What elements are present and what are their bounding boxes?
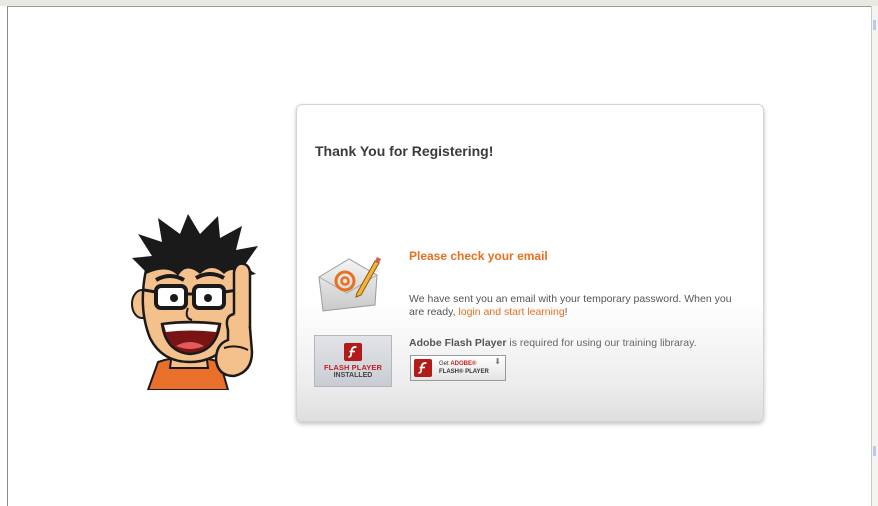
adobe-label: ADOBE®: [450, 361, 477, 367]
flash-requirement-text: is required for using our training libra…: [506, 337, 697, 349]
window-scrollbar[interactable]: [871, 6, 878, 506]
scrollbar-mark: [873, 20, 876, 30]
flash-logo-icon: [414, 359, 432, 377]
flash-logo-icon: [344, 343, 362, 361]
flash-requirement-note: Adobe Flash Player is required for using…: [409, 337, 749, 349]
badge-line-2: INSTALLED: [333, 372, 373, 379]
get-label: Get: [439, 361, 451, 367]
scrollbar-mark: [873, 446, 876, 456]
flash-installed-badge: FLASH PLAYER INSTALLED: [314, 335, 392, 387]
login-link[interactable]: login and start learning: [458, 306, 564, 318]
mascot-icon: [131, 214, 258, 390]
badge-line-1: FLASH PLAYER: [323, 363, 382, 372]
message-end: !: [564, 306, 568, 318]
flash-product-name: Adobe Flash Player: [409, 337, 507, 349]
download-arrow-icon: ⬇: [494, 357, 501, 366]
mail-icon: [318, 257, 381, 312]
get-flash-player-button[interactable]: Get ADOBE® FLASH® PLAYER ⬇: [410, 355, 506, 381]
get-flash-line-2: FLASH® PLAYER: [439, 369, 489, 375]
window-left-border: [0, 6, 8, 506]
get-flash-line-1: Get ADOBE®: [439, 361, 476, 367]
page-title: Thank You for Registering!: [315, 143, 494, 159]
confirmation-message: We have sent you an email with your temp…: [409, 293, 745, 319]
registration-card: Thank You for Registering! Please check …: [296, 104, 764, 422]
check-email-heading: Please check your email: [409, 249, 548, 263]
window-top-border: [0, 0, 878, 7]
